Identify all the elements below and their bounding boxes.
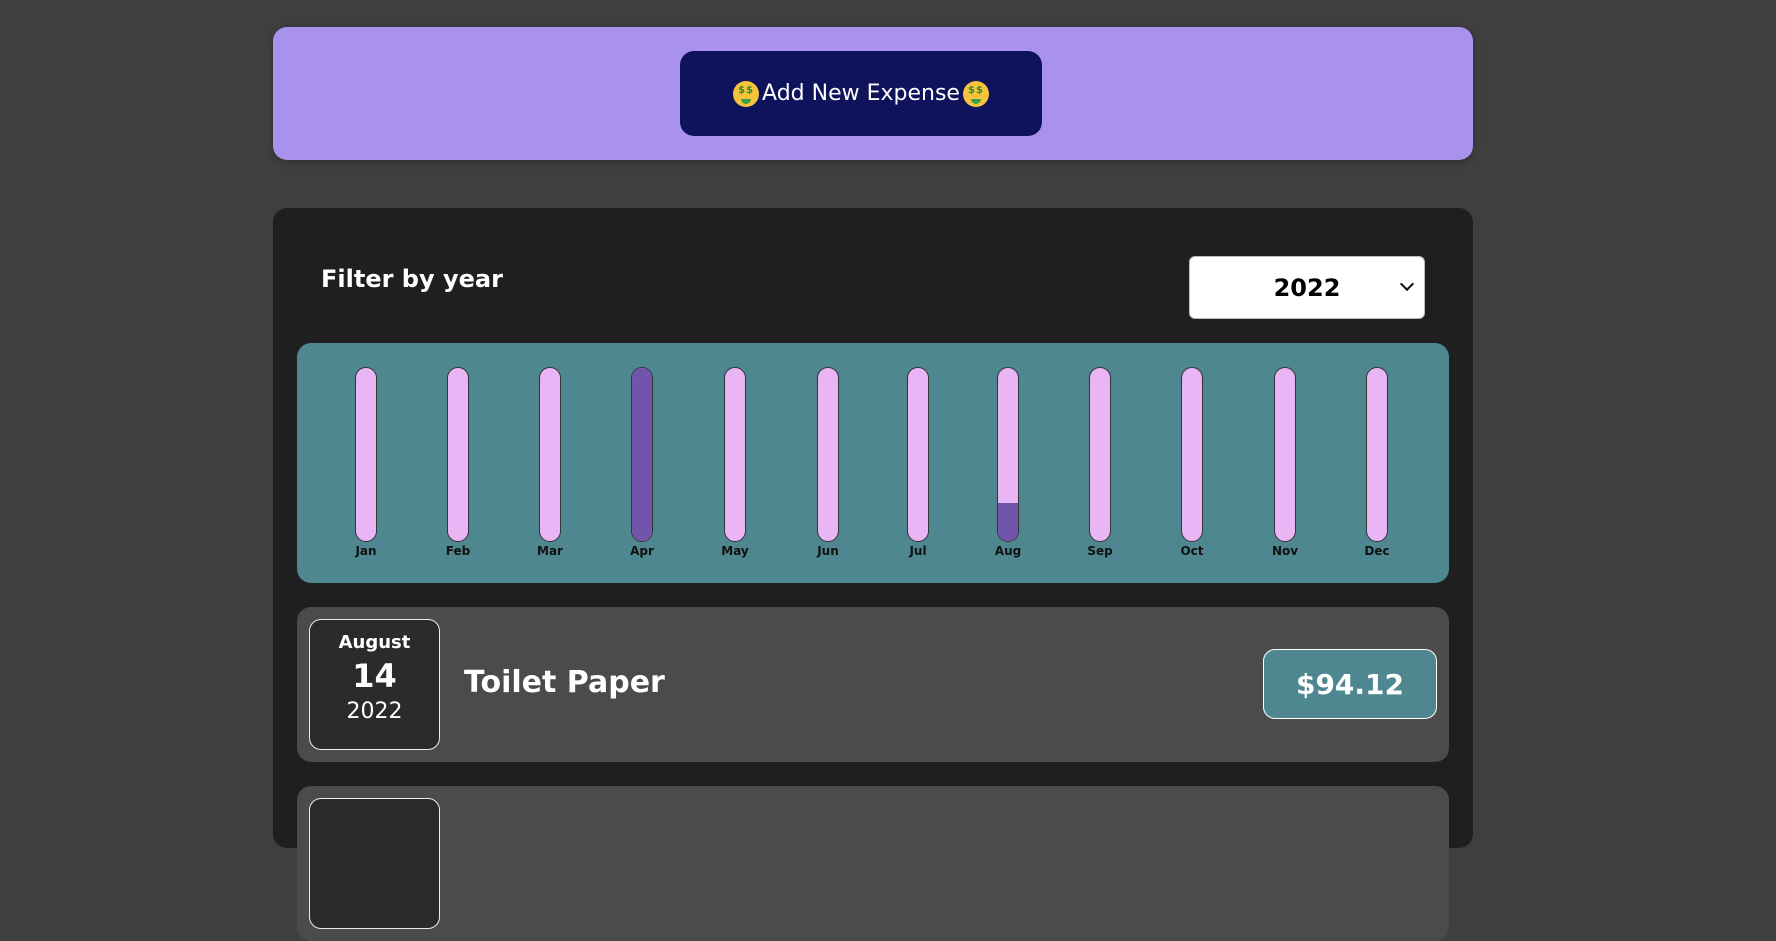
chart-bar-label: Jun: [817, 544, 839, 558]
expenses-chart: Jan Feb Mar Apr May Jun Jul Aug Sep Oct Nov Dec: [297, 343, 1449, 583]
chart-bar-track: [907, 367, 929, 542]
chart-bar-track: [817, 367, 839, 542]
chart-bar-label: Nov: [1271, 544, 1299, 558]
expense-date: August 14 2022: [309, 619, 440, 750]
expense-price: $94.12: [1263, 649, 1437, 719]
expense-item[interactable]: [297, 786, 1449, 941]
chart-bar-label: Sep: [1087, 544, 1113, 558]
filter-label: Filter by year: [321, 265, 503, 293]
chart-bar-nov: Nov: [1265, 367, 1305, 558]
chart-bar-fill: [998, 502, 1018, 541]
chart-bar-label: Apr: [630, 544, 654, 558]
chart-bar-track: [1274, 367, 1296, 542]
chart-bar-track: [447, 367, 469, 542]
chart-bar-may: May: [715, 367, 755, 558]
add-new-expense-label: Add New Expense: [762, 81, 960, 106]
expense-date-year: 2022: [346, 699, 403, 724]
chart-bar-track: [539, 367, 561, 542]
chart-bar-label: Jul: [909, 544, 927, 558]
chart-bar-track: [997, 367, 1019, 542]
chart-bar-track: [631, 367, 653, 542]
chart-bar-label: May: [721, 544, 749, 558]
expense-title: Toilet Paper: [464, 665, 665, 700]
chart-bar-track: [1181, 367, 1203, 542]
add-new-expense-button[interactable]: $$ Add New Expense $$: [680, 51, 1042, 136]
expense-date-day: 14: [352, 657, 397, 695]
new-expense-panel: $$ Add New Expense $$: [273, 27, 1473, 160]
chart-bar-mar: Mar: [530, 367, 570, 558]
chart-bar-label: Feb: [445, 544, 471, 558]
money-mouth-face-icon: $$: [962, 80, 989, 107]
expense-item[interactable]: August 14 2022 Toilet Paper $94.12: [297, 607, 1449, 762]
money-mouth-face-icon: $$: [733, 80, 760, 107]
chart-bar-oct: Oct: [1172, 367, 1212, 558]
expense-date-month: August: [338, 632, 411, 653]
chart-bar-jul: Jul: [898, 367, 938, 558]
chart-bar-apr: Apr: [622, 367, 662, 558]
chart-bar-label: Aug: [994, 544, 1022, 558]
expense-date: [309, 798, 440, 929]
expenses-panel: Filter by year 2022 Jan Feb Mar Apr May Jun Ju…: [273, 208, 1473, 941]
chart-bar-label: Jan: [355, 544, 377, 558]
chart-bar-jan: Jan: [346, 367, 386, 558]
chevron-down-icon: [1399, 276, 1415, 292]
chart-bar-label: Mar: [537, 544, 563, 558]
chart-bar-label: Dec: [1364, 544, 1390, 558]
year-select-value: 2022: [1273, 273, 1341, 302]
chart-bar-feb: Feb: [438, 367, 478, 558]
chart-bar-dec: Dec: [1357, 367, 1397, 558]
chart-bar-track: [355, 367, 377, 542]
chart-bar-sep: Sep: [1080, 367, 1120, 558]
chart-bar-track: [724, 367, 746, 542]
chart-bar-track: [1366, 367, 1388, 542]
chart-bar-fill: [632, 368, 652, 541]
chart-bar-jun: Jun: [808, 367, 848, 558]
year-select[interactable]: 2022: [1189, 256, 1425, 319]
chart-bar-label: Oct: [1180, 544, 1204, 558]
chart-bar-aug: Aug: [988, 367, 1028, 558]
chart-bar-track: [1089, 367, 1111, 542]
